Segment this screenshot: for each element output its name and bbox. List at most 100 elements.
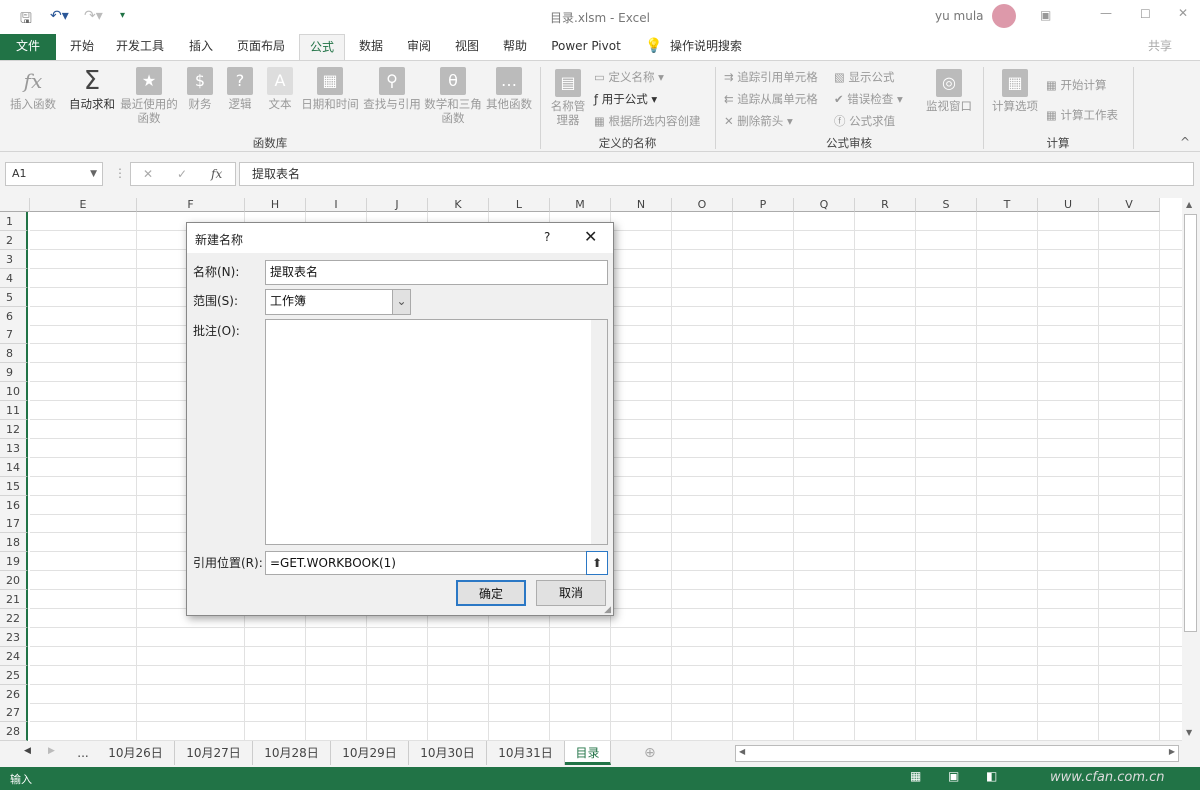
scroll-left-icon[interactable]: ◀ (739, 747, 745, 756)
row-header[interactable]: 1 (0, 212, 28, 231)
calculation-options-button[interactable]: ▦ 计算选项 (988, 69, 1042, 113)
column-header[interactable]: T (977, 198, 1038, 212)
row-header[interactable]: 9 (0, 363, 28, 383)
normal-view-icon[interactable]: ▦ (910, 769, 921, 783)
scrollbar-thumb[interactable] (1184, 214, 1197, 632)
maximize-icon[interactable]: ☐ (1140, 7, 1151, 21)
sheet-tab[interactable]: 10月29日 (331, 741, 409, 765)
row-header[interactable]: 28 (0, 722, 28, 741)
tab-review[interactable]: 审阅 (397, 34, 441, 60)
row-header[interactable]: 20 (0, 571, 28, 591)
resize-grip-icon[interactable]: ◢ (604, 605, 611, 615)
create-from-selection-button[interactable]: ▦ 根据所选内容创建 (594, 113, 701, 129)
tab-power-pivot[interactable]: Power Pivot (545, 34, 627, 60)
row-header[interactable]: 19 (0, 552, 28, 572)
row-header[interactable]: 3 (0, 249, 28, 269)
cancel-icon[interactable]: ✕ (143, 163, 153, 185)
column-header[interactable]: U (1038, 198, 1099, 212)
show-formulas-button[interactable]: ▧ 显示公式 (834, 69, 895, 85)
math-trig-button[interactable]: θ 数学和三角函数 (424, 67, 482, 125)
financial-button[interactable]: $ 财务 (182, 67, 218, 111)
calculate-sheet-button[interactable]: ▦ 计算工作表 (1046, 107, 1118, 123)
scroll-up-icon[interactable]: ▲ (1186, 200, 1192, 209)
vertical-scrollbar[interactable]: ▲ ▼ (1182, 198, 1200, 741)
column-header[interactable]: O (672, 198, 733, 212)
next-sheet-icon[interactable]: ▶ (48, 746, 55, 756)
refers-to-input[interactable]: =GET.WORKBOOK(1) (265, 551, 608, 575)
sheet-tab[interactable]: 10月30日 (409, 741, 487, 765)
row-header[interactable]: 16 (0, 495, 28, 515)
text-button[interactable]: A 文本 (262, 67, 298, 111)
insert-function-icon[interactable]: fx (211, 163, 222, 185)
name-box[interactable]: A1 ▼ (5, 162, 103, 186)
collapse-dialog-icon[interactable]: ⬆ (586, 551, 608, 575)
tab-file[interactable]: 文件 (0, 34, 56, 60)
logical-button[interactable]: ? 逻辑 (222, 67, 258, 111)
column-header[interactable]: R (855, 198, 916, 212)
comment-textarea[interactable] (265, 319, 608, 545)
define-name-button[interactable]: ▭ 定义名称 ▾ (594, 69, 664, 85)
chevron-down-icon[interactable]: ⌄ (392, 290, 410, 314)
lookup-button[interactable]: ⚲ 查找与引用 (362, 67, 422, 111)
comment-scrollbar[interactable] (591, 320, 607, 544)
scope-select[interactable]: 工作簿 ⌄ (265, 289, 411, 315)
column-header[interactable]: Q (794, 198, 855, 212)
trace-dependents-button[interactable]: ⇇ 追踪从属单元格 (724, 91, 818, 107)
close-icon[interactable]: ✕ (584, 227, 597, 246)
scroll-right-icon[interactable]: ▶ (1169, 747, 1175, 756)
more-sheets-button[interactable]: ... (70, 741, 96, 765)
column-header[interactable]: S (916, 198, 977, 212)
tab-developer[interactable]: 开发工具 (108, 34, 172, 60)
name-manager-button[interactable]: ▤ 名称管理器 (546, 69, 590, 127)
chevron-down-icon[interactable]: ▼ (90, 163, 97, 185)
row-header[interactable]: 22 (0, 608, 28, 628)
use-in-formula-button[interactable]: ƒ 用于公式 ▾ (594, 91, 657, 107)
page-break-view-icon[interactable]: ◧ (986, 769, 997, 783)
calculate-now-button[interactable]: ▦ 开始计算 (1046, 77, 1107, 93)
scroll-down-icon[interactable]: ▼ (1186, 728, 1192, 737)
tab-view[interactable]: 视图 (445, 34, 489, 60)
error-checking-button[interactable]: ✔ 错误检查 ▾ (834, 91, 903, 107)
row-header[interactable]: 18 (0, 533, 28, 553)
row-header[interactable]: 21 (0, 590, 28, 609)
tab-help[interactable]: 帮助 (493, 34, 537, 60)
close-icon[interactable]: ✕ (1178, 6, 1188, 20)
tab-home[interactable]: 开始 (60, 34, 104, 60)
minimize-icon[interactable]: — (1100, 6, 1112, 20)
name-input[interactable]: 提取表名 (265, 260, 608, 285)
splitter-icon[interactable]: ⋮ (114, 166, 126, 180)
column-header[interactable]: J (367, 198, 428, 212)
column-header[interactable]: M (550, 198, 611, 212)
column-header[interactable]: I (306, 198, 367, 212)
remove-arrows-button[interactable]: ✕ 删除箭头 ▾ (724, 113, 793, 129)
tab-page-layout[interactable]: 页面布局 (228, 34, 294, 60)
column-header[interactable]: F (137, 198, 245, 212)
column-header[interactable]: E (30, 198, 137, 212)
evaluate-formula-button[interactable]: ⓕ 公式求值 (834, 113, 895, 129)
row-header[interactable]: 5 (0, 287, 28, 307)
row-header[interactable]: 26 (0, 684, 28, 704)
row-header[interactable]: 4 (0, 268, 28, 288)
column-header[interactable]: K (428, 198, 489, 212)
column-header[interactable]: V (1099, 198, 1160, 212)
row-header[interactable]: 17 (0, 514, 28, 534)
sheet-tab[interactable]: 10月31日 (487, 741, 565, 765)
row-header[interactable]: 12 (0, 419, 28, 439)
row-header[interactable]: 15 (0, 476, 28, 496)
tab-data[interactable]: 数据 (349, 34, 393, 60)
ok-button[interactable]: 确定 (456, 580, 526, 606)
row-header[interactable]: 6 (0, 306, 28, 326)
tell-me-search[interactable]: 操作说明搜索 (668, 34, 744, 60)
select-all-corner[interactable] (0, 198, 30, 212)
page-layout-view-icon[interactable]: ▣ (948, 769, 959, 783)
row-header[interactable]: 10 (0, 382, 28, 402)
more-functions-button[interactable]: … 其他函数 (484, 67, 534, 111)
column-header[interactable]: N (611, 198, 672, 212)
column-header[interactable]: H (245, 198, 306, 212)
sheet-tab[interactable]: 10月27日 (175, 741, 253, 765)
tab-insert[interactable]: 插入 (178, 34, 224, 60)
tab-formulas[interactable]: 公式 (299, 34, 345, 60)
row-header[interactable]: 25 (0, 665, 28, 685)
share-button[interactable]: 共享 (1135, 34, 1185, 60)
trace-precedents-button[interactable]: ⇉ 追踪引用单元格 (724, 69, 818, 85)
